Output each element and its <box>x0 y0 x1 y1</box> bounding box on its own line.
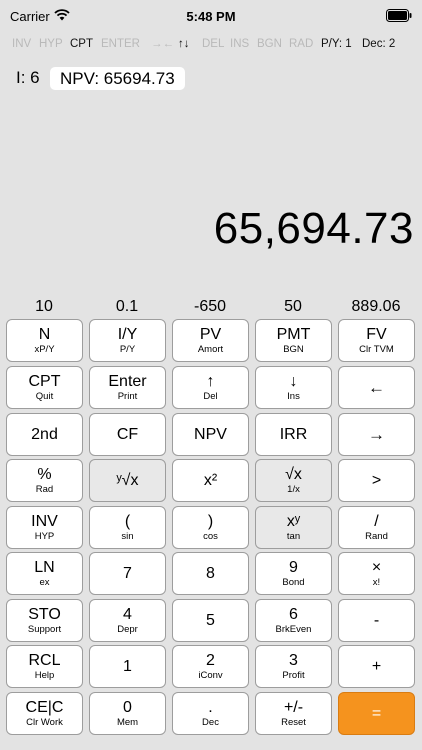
digit-5-key[interactable]: 5 <box>172 599 249 642</box>
digit-8-key[interactable]: 8 <box>172 552 249 595</box>
digit-6-key[interactable]: 6 BrkEven <box>255 599 332 642</box>
mode-inv: INV <box>12 38 32 50</box>
tvm-value-pv: -650 <box>193 298 227 315</box>
fv-key[interactable]: FV Clr TVM <box>338 319 415 362</box>
mode-rad: RAD <box>289 38 314 50</box>
open-paren-key[interactable]: (sin <box>89 506 166 549</box>
mode-hyp: HYP <box>39 38 63 50</box>
arrow-right-icon: → <box>368 425 385 444</box>
yroot-key[interactable]: ʸ√x <box>89 459 166 502</box>
digit-4-key[interactable]: 4 Depr <box>89 599 166 642</box>
down-arrow-key[interactable]: ↓ Ins <box>255 366 332 409</box>
main-display: 65,694.73 <box>213 204 414 253</box>
tvm-value-iy: 0.1 <box>115 298 139 315</box>
tvm-value-n: 10 <box>35 298 53 315</box>
battery-icon <box>386 9 412 22</box>
decimal-key[interactable]: . Dec <box>172 692 249 735</box>
tvm-value-pmt: 50 <box>284 298 302 315</box>
n-key[interactable]: NxP/Y <box>6 319 83 362</box>
tvm-value-fv: 889.06 <box>351 298 401 315</box>
irr-key[interactable]: IRR <box>255 413 332 456</box>
i-register-label: I: 6 <box>16 68 40 87</box>
mode-bgn: BGN <box>257 38 282 50</box>
mode-enter: ENTER <box>101 38 140 50</box>
plus-key[interactable]: + <box>338 645 415 688</box>
up-arrow-key[interactable]: ↑ Del <box>172 366 249 409</box>
keypad: NxP/Y I/Y P/Y PV Amort PMT BGN FV Clr TVM CP… <box>0 317 422 745</box>
digit-7-key[interactable]: 7 <box>89 552 166 595</box>
mode-arrows-left-right: →← <box>151 38 174 50</box>
ce-c-key[interactable]: CE|C Clr Work <box>6 692 83 735</box>
digit-2-key[interactable]: 2 iConv <box>172 645 249 688</box>
arrow-left-icon: ← <box>368 378 385 397</box>
mode-py: P/Y: 1 <box>321 38 352 50</box>
iy-key[interactable]: I/Y P/Y <box>89 319 166 362</box>
digit-0-key[interactable]: 0 Mem <box>89 692 166 735</box>
minus-key[interactable]: - <box>338 599 415 642</box>
divide-key[interactable]: / Rand <box>338 506 415 549</box>
cpt-key[interactable]: CPT Quit <box>6 366 83 409</box>
digit-1-key[interactable]: 1 <box>89 645 166 688</box>
mode-ins: INS <box>230 38 250 50</box>
npv-key[interactable]: NPV <box>172 413 249 456</box>
status-bar: Carrier 5:48 PM <box>0 0 422 34</box>
tvm-values-row: 10 0.1 -650 50 889.06 <box>0 298 422 316</box>
pv-key[interactable]: PV Amort <box>172 319 249 362</box>
backspace-key[interactable]: ← <box>338 366 415 409</box>
close-paren-key[interactable]: ) cos <box>172 506 249 549</box>
mode-arrows-up-down: ↑↓ <box>178 38 190 50</box>
equals-key[interactable]: = <box>338 692 415 735</box>
multiply-key[interactable]: × x! <box>338 552 415 595</box>
sign-key[interactable]: +/- Reset <box>255 692 332 735</box>
arrow-up-icon: ↑ <box>206 373 215 390</box>
mode-cpt: CPT <box>70 38 93 50</box>
inv-key[interactable]: INV HYP <box>6 506 83 549</box>
cf-key[interactable]: CF <box>89 413 166 456</box>
mode-indicator-bar: INV HYP CPT ENTER →← ↑↓ DEL INS BGN RAD … <box>12 38 412 54</box>
ln-key[interactable]: LN ex <box>6 552 83 595</box>
enter-key[interactable]: Enter Print <box>89 366 166 409</box>
sto-key[interactable]: STO Support <box>6 599 83 642</box>
greater-key[interactable]: > <box>338 459 415 502</box>
percent-key[interactable]: % Rad <box>6 459 83 502</box>
forward-key[interactable]: → <box>338 413 415 456</box>
arrow-down-icon: ↓ <box>289 373 298 390</box>
npv-badge: NPV: 65694.73 <box>50 67 185 90</box>
digit-3-key[interactable]: 3 Profit <box>255 645 332 688</box>
square-key[interactable]: x² <box>172 459 249 502</box>
power-key[interactable]: xʸ tan <box>255 506 332 549</box>
mode-dec: Dec: 2 <box>362 38 396 50</box>
digit-9-key[interactable]: 9 Bond <box>255 552 332 595</box>
second-key[interactable]: 2nd <box>6 413 83 456</box>
pmt-key[interactable]: PMT BGN <box>255 319 332 362</box>
sqrt-key[interactable]: √x 1/x <box>255 459 332 502</box>
rcl-key[interactable]: RCL Help <box>6 645 83 688</box>
clock: 5:48 PM <box>186 9 236 24</box>
mode-del: DEL <box>202 38 225 50</box>
